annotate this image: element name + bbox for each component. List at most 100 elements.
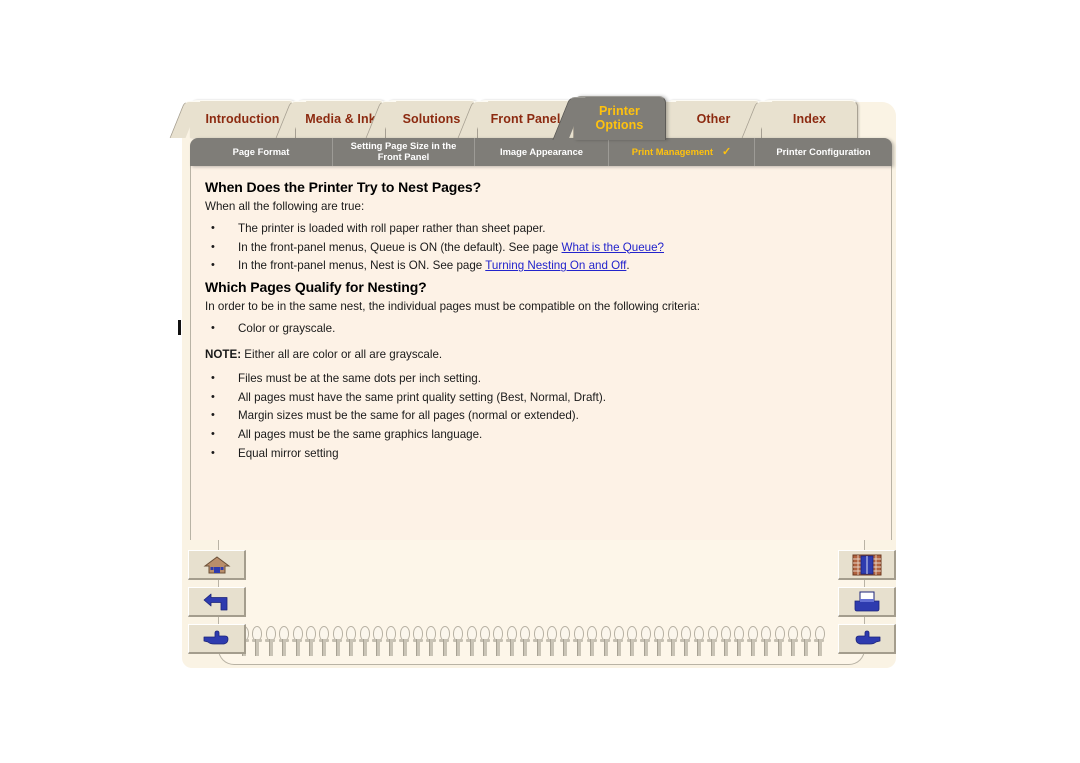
tab-corner-shape [169,101,201,138]
spiral-coil [519,626,532,660]
list-item-text-tail: . [626,259,630,273]
spiral-coil [492,626,505,660]
link-what-is-the-queue[interactable]: What is the Queue? [562,241,664,254]
spiral-coil [800,626,813,660]
list-item-text: In the front-panel menus, Nest is ON. Se… [238,259,486,273]
next-page-button[interactable] [188,624,246,654]
subtab-label: Print Management [631,145,714,157]
spiral-coil [774,626,787,660]
spiral-stem [322,639,327,656]
list-item-text: All pages must have the same print quali… [238,390,606,404]
note-label: NOTE: [205,347,242,361]
list-item-text: Equal mirror setting [238,446,339,460]
change-bar-marker [178,320,181,335]
sub-tab-bar: Page Format Setting Page Size in the Fro… [190,138,892,166]
main-tab-bar: Introduction Media & Ink Solutions Front… [169,96,904,140]
list-item-text: Margin sizes must be the same for all pa… [238,409,579,423]
subtab-setting-page-size-in-the-front-panel[interactable]: Setting Page Size in the Front Panel [333,138,475,166]
home-button[interactable] [188,550,246,580]
back-hand-icon [852,630,882,648]
list-item: In the front-panel menus, Nest is ON. Se… [205,257,877,276]
spiral-stem [402,639,407,656]
spiral-stem [643,639,648,656]
note-paragraph: NOTE: Either all are color or all are gr… [205,348,877,361]
spiral-stem [791,639,796,656]
print-button[interactable] [838,587,896,617]
subtab-label: Image Appearance [499,145,584,157]
subtab-label-line2: Front Panel [377,151,430,162]
list-item-text: All pages must be the same graphics lang… [238,428,483,442]
spiral-stem [442,639,447,656]
spiral-stem [804,639,809,656]
previous-page-button[interactable] [838,624,896,654]
spiral-stem [563,639,568,656]
spiral-stem [483,639,488,656]
spiral-coil [760,626,773,660]
spiral-stem [576,639,581,656]
spiral-binding [238,626,830,662]
spiral-coil [626,626,639,660]
list-item: In the front-panel menus, Queue is ON (t… [205,239,877,258]
intro-paragraph-1: When all the following are true: [205,200,365,213]
check-icon: ✓ [722,145,732,158]
spiral-stem [737,639,742,656]
spiral-coil [733,626,746,660]
spiral-stem [670,639,675,656]
spiral-stem [295,639,300,656]
link-turning-nesting-on-and-off[interactable]: Turning Nesting On and Off [485,259,626,272]
list-item-text: The printer is loaded with roll paper ra… [238,221,546,235]
spiral-stem [750,639,755,656]
intro-paragraph-2: In order to be in the same nest, the ind… [205,300,700,314]
bullet-list-criteria-rest: Files must be at the same dots per inch … [205,370,877,464]
list-item-text: Color or grayscale. [238,321,336,335]
tab-label: Introduction [205,111,280,126]
spiral-stem [697,639,702,656]
index-button[interactable] [838,550,896,580]
list-item: Margin sizes must be the same for all pa… [205,407,877,426]
spiral-coil [452,626,465,660]
help-viewer: Introduction Media & Ink Solutions Front… [169,96,904,676]
list-item: Files must be at the same dots per inch … [205,370,877,389]
spiral-stem [764,639,769,656]
spiral-coil [693,626,706,660]
back-arrow-icon [202,591,232,613]
spiral-stem [549,639,554,656]
subtab-image-appearance[interactable]: Image Appearance [475,138,609,166]
spiral-stem [496,639,501,656]
spiral-coil [653,626,666,660]
list-item: All pages must have the same print quali… [205,389,877,408]
spiral-stem [429,639,434,656]
list-item: Color or grayscale. [205,320,877,339]
spiral-stem [469,639,474,656]
spiral-coil [667,626,680,660]
spiral-coil [265,626,278,660]
spiral-coil [546,626,559,660]
spiral-stem [282,639,287,656]
spiral-stem [536,639,541,656]
spiral-coil [318,626,331,660]
index-bookshelf-icon [852,554,882,576]
spiral-coil [747,626,760,660]
spiral-coil [278,626,291,660]
spiral-stem [603,639,608,656]
home-icon [203,555,231,575]
note-text: Either all are color or all are grayscal… [241,347,443,361]
list-item-text: In the front-panel menus, Queue is ON (t… [238,240,562,254]
tab-label: Front Panel [490,111,561,126]
subtab-printer-configuration[interactable]: Printer Configuration [755,138,892,166]
subtab-page-format[interactable]: Page Format [190,138,333,166]
tab-printer-options[interactable]: Printer Options [552,96,666,140]
back-button[interactable] [188,587,246,617]
spiral-stem [362,639,367,656]
spiral-stem [389,639,394,656]
list-item-text: Files must be at the same dots per inch … [238,371,481,385]
spiral-coil [412,626,425,660]
subtab-print-management[interactable]: Print Management ✓ [609,138,755,166]
tab-index[interactable]: Index [741,100,858,138]
spiral-coil [533,626,546,660]
spiral-coil [600,626,613,660]
spiral-coil [305,626,318,660]
spiral-stem [456,639,461,656]
subtab-label: Printer Configuration [776,145,871,157]
tab-label-line2: Options [595,117,644,132]
